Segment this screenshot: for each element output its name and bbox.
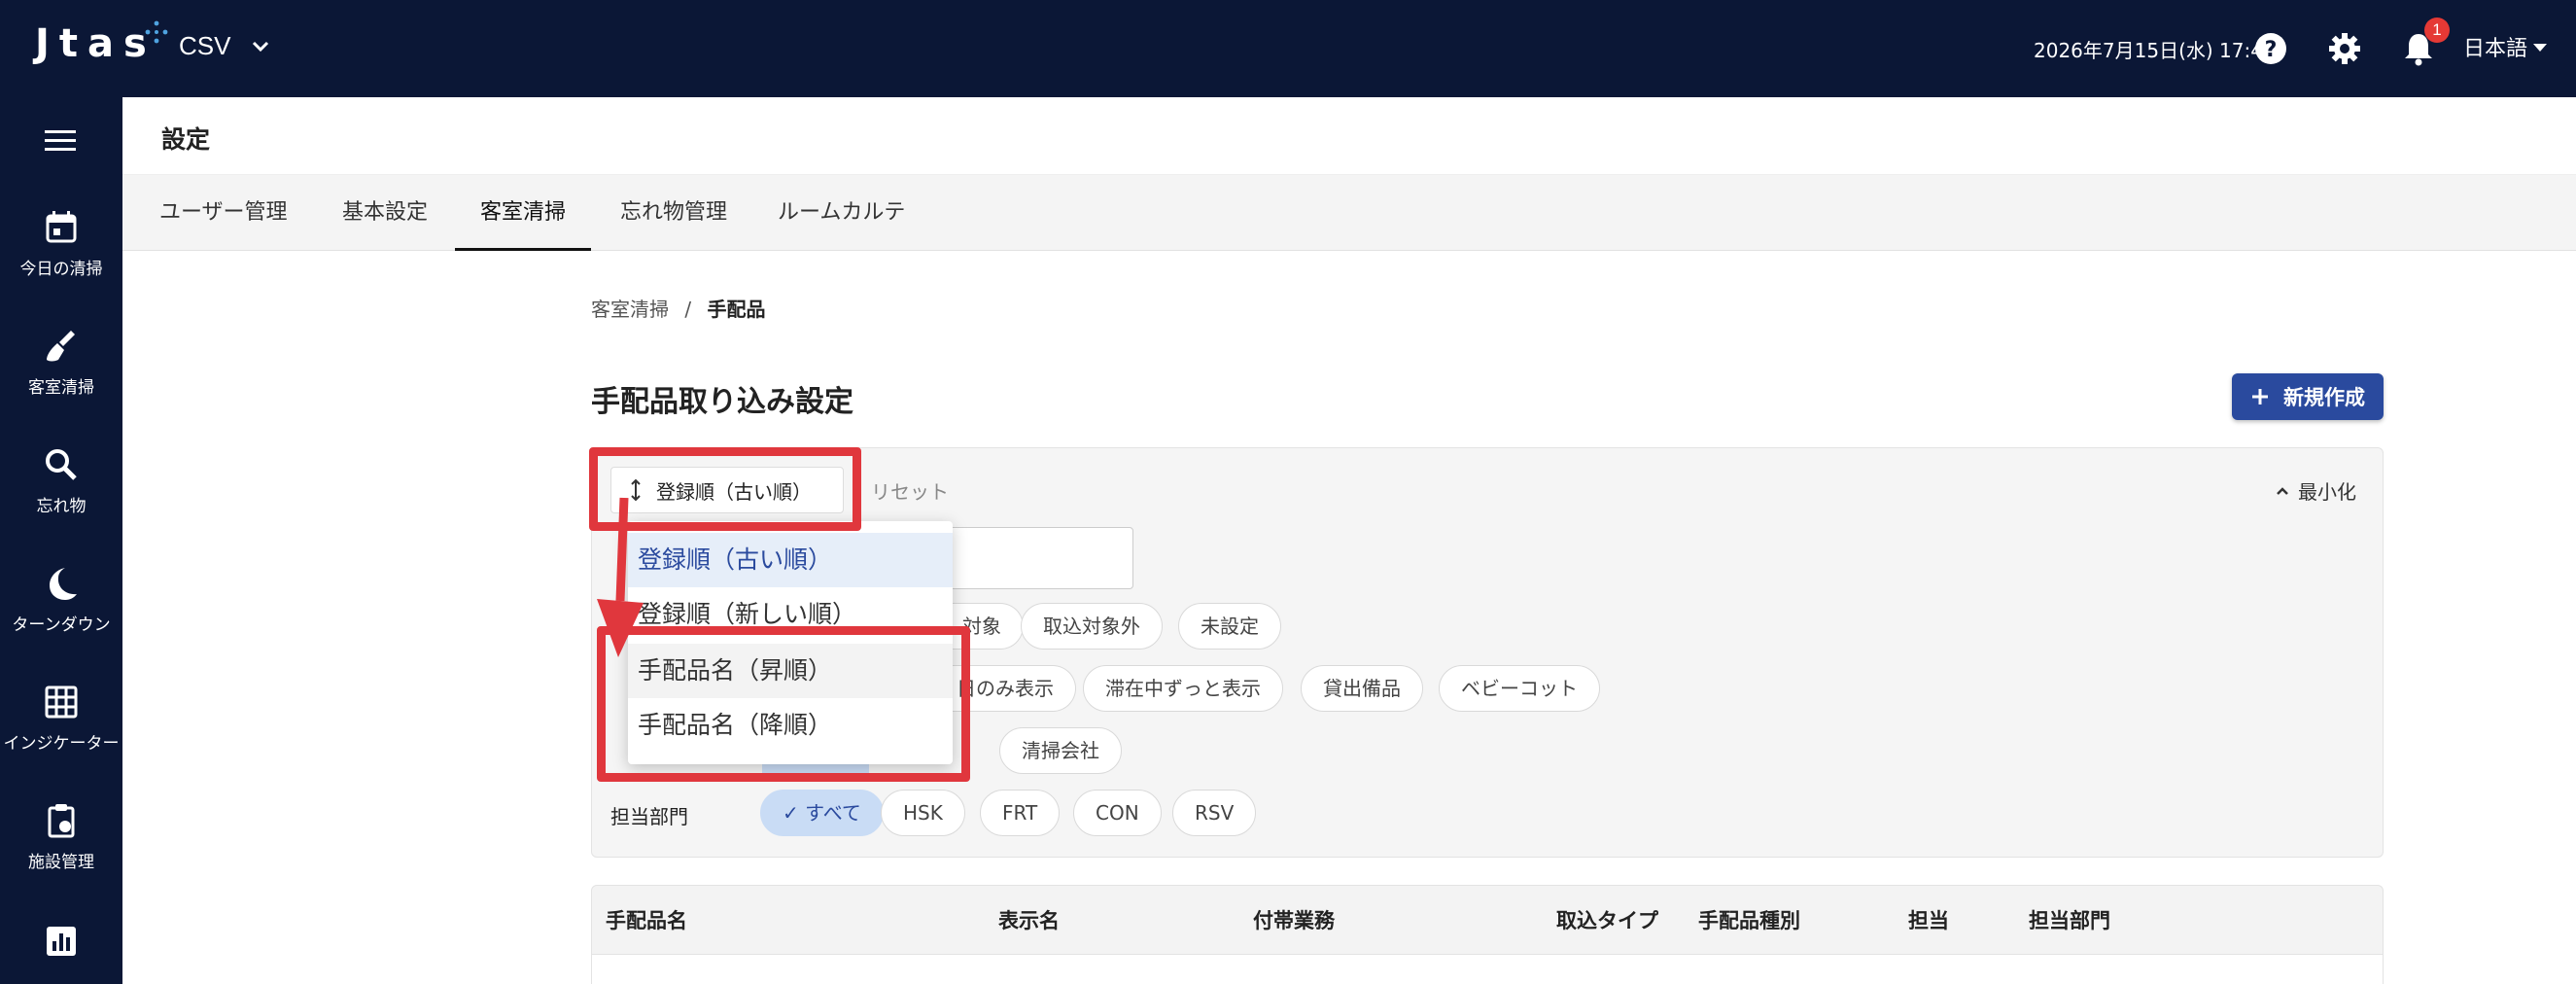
settings-tabs: ユーザー管理 基本設定 客室清掃 忘れ物管理 ルームカルテ bbox=[122, 175, 2576, 251]
clipboard-icon bbox=[48, 804, 75, 838]
minimize-toggle[interactable]: 最小化 bbox=[2275, 476, 2356, 505]
check-icon: ✓ bbox=[783, 801, 806, 825]
chip-cleaning-company[interactable]: 清掃会社 bbox=[999, 727, 1122, 774]
gear-icon[interactable] bbox=[2325, 29, 2364, 68]
chip-dept-frt[interactable]: FRT bbox=[980, 790, 1061, 836]
chip-dept-con[interactable]: CON bbox=[1073, 790, 1162, 836]
hamburger-menu-icon[interactable] bbox=[43, 126, 78, 156]
annotation-arrow bbox=[597, 497, 644, 657]
items-table-header: 手配品名 表示名 付帯業務 取込タイプ 手配品種別 担当 担当部門 bbox=[591, 885, 2384, 955]
svg-text:?: ? bbox=[2265, 38, 2278, 62]
tab-basic-settings[interactable]: 基本設定 bbox=[317, 175, 453, 251]
reset-link[interactable]: リセット bbox=[871, 476, 949, 505]
column-header-import-type[interactable]: 取込タイプ bbox=[1556, 905, 1658, 934]
breadcrumb-separator: / bbox=[684, 298, 692, 321]
tab-room-cleaning[interactable]: 客室清掃 bbox=[455, 175, 592, 251]
chevron-up-icon bbox=[2277, 486, 2288, 495]
moon-icon bbox=[50, 568, 77, 600]
sidebar-item-room-cleaning[interactable]: 客室清掃 bbox=[0, 327, 122, 398]
help-icon[interactable]: ? bbox=[2251, 29, 2290, 68]
chip-dept-all[interactable]: ✓ すべて bbox=[760, 790, 884, 836]
grid-icon bbox=[45, 685, 78, 719]
column-header-department[interactable]: 担当部門 bbox=[2029, 905, 2110, 934]
caret-down-icon[interactable] bbox=[2531, 39, 2549, 56]
top-bar: Jtas CSV 2026年7月15日(水) 17:41 ? 1 日本語 bbox=[0, 0, 2576, 97]
chip-baby-cot[interactable]: ベビーコット bbox=[1439, 665, 1600, 712]
chip-show-during-stay[interactable]: 滞在中ずっと表示 bbox=[1083, 665, 1283, 712]
chip-not-target[interactable]: 取込対象外 bbox=[1021, 603, 1163, 650]
sidebar-item-analytics[interactable] bbox=[0, 922, 122, 961]
sidebar-item-turndown[interactable]: ターンダウン bbox=[0, 564, 122, 635]
chip-rental-items[interactable]: 貸出備品 bbox=[1301, 665, 1423, 712]
app-logo[interactable]: Jtas bbox=[35, 21, 157, 66]
plus-icon bbox=[2252, 389, 2268, 404]
search-input[interactable] bbox=[933, 527, 1133, 589]
sidebar-item-today-cleaning[interactable]: 今日の清掃 bbox=[0, 208, 122, 279]
search-icon bbox=[46, 449, 77, 480]
chip-dept-hsk[interactable]: HSK bbox=[881, 790, 965, 836]
sparkle-icon bbox=[145, 20, 168, 44]
chart-icon bbox=[47, 927, 76, 956]
breadcrumb: 客室清掃 / 手配品 bbox=[591, 294, 765, 322]
sidebar-item-lost-items[interactable]: 忘れ物 bbox=[0, 445, 122, 516]
calendar-icon bbox=[46, 211, 77, 243]
sidebar-item-facility[interactable]: 施設管理 bbox=[0, 801, 122, 872]
section-title: 手配品取り込み設定 bbox=[591, 385, 853, 419]
chevron-down-icon[interactable] bbox=[249, 35, 272, 58]
page-title: 設定 bbox=[161, 125, 211, 154]
chip-unset[interactable]: 未設定 bbox=[1178, 603, 1281, 650]
page-header: 設定 bbox=[122, 97, 2576, 175]
breadcrumb-current: 手配品 bbox=[707, 298, 766, 321]
column-header-assignee[interactable]: 担当 bbox=[1908, 905, 1949, 934]
column-header-display-name[interactable]: 表示名 bbox=[998, 905, 1060, 934]
broom-icon bbox=[47, 331, 75, 362]
column-header-item-name[interactable]: 手配品名 bbox=[606, 905, 687, 934]
column-header-incidental-work[interactable]: 付帯業務 bbox=[1253, 905, 1335, 934]
column-header-item-category[interactable]: 手配品種別 bbox=[1698, 905, 1800, 934]
sidebar-item-indicator[interactable]: インジケーター bbox=[0, 683, 122, 754]
language-selector[interactable]: 日本語 bbox=[2463, 31, 2527, 62]
tab-user-management[interactable]: ユーザー管理 bbox=[134, 175, 313, 251]
table-row[interactable] bbox=[591, 955, 2384, 984]
breadcrumb-parent[interactable]: 客室清掃 bbox=[591, 298, 669, 321]
new-create-button[interactable]: 新規作成 bbox=[2232, 373, 2384, 420]
sort-option-oldest[interactable]: 登録順（古い順） bbox=[628, 533, 953, 587]
chip-dept-rsv[interactable]: RSV bbox=[1172, 790, 1257, 836]
department-label: 担当部門 bbox=[610, 805, 688, 828]
notification-badge: 1 bbox=[2424, 18, 2450, 43]
current-datetime: 2026年7月15日(水) 17:41 bbox=[2034, 39, 2276, 62]
tab-lost-item-management[interactable]: 忘れ物管理 bbox=[595, 175, 752, 251]
app-switcher-label[interactable]: CSV bbox=[179, 31, 230, 61]
tab-room-karte[interactable]: ルームカルテ bbox=[752, 175, 930, 251]
